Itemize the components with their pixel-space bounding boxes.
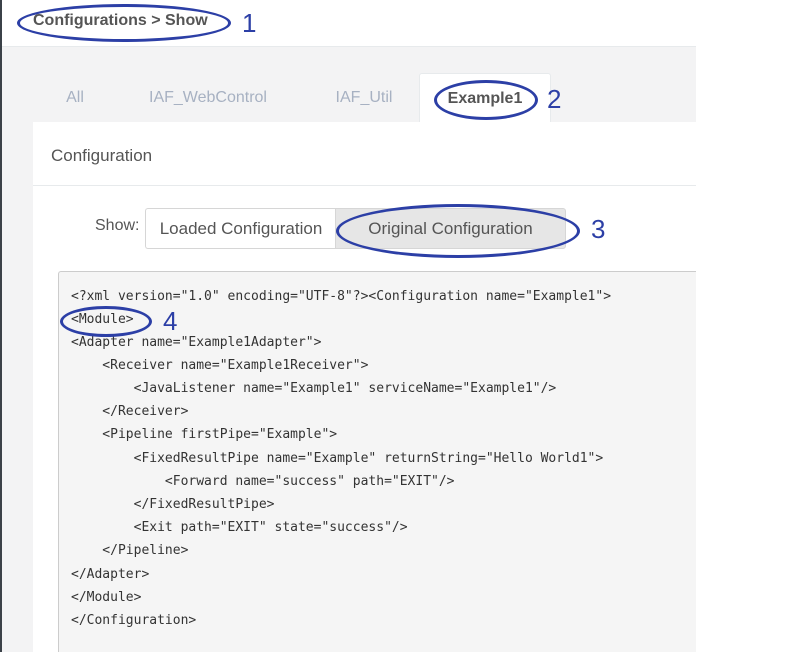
- tab-iaf-webcontrol[interactable]: IAF_WebControl: [134, 73, 282, 123]
- tab-all[interactable]: All: [34, 73, 116, 123]
- panel-title: Configuration: [33, 122, 696, 186]
- configuration-tabs: All IAF_WebControl IAF_Util Example1: [34, 73, 696, 124]
- code-line: </Receiver>: [71, 404, 189, 419]
- original-configuration-button[interactable]: Original Configuration: [335, 208, 566, 249]
- code-line: <Receiver name="Example1Receiver">: [71, 358, 369, 373]
- code-line: <FixedResultPipe name="Example" returnSt…: [71, 451, 604, 466]
- code-line: </Module>: [71, 590, 142, 605]
- loaded-configuration-button[interactable]: Loaded Configuration: [145, 208, 336, 249]
- show-label: Show:: [95, 217, 140, 234]
- configuration-panel: Configuration Show: Loaded Configuration…: [33, 122, 696, 652]
- code-line: <?xml version="1.0" encoding="UTF-8"?><C…: [71, 289, 612, 304]
- page-header: Configurations > Show: [2, 0, 696, 47]
- code-line: <Pipeline firstPipe="Example">: [71, 427, 338, 442]
- code-line: <Adapter name="Example1Adapter">: [71, 335, 322, 350]
- configuration-code-block: <?xml version="1.0" encoding="UTF-8"?><C…: [58, 271, 696, 652]
- tab-iaf-util[interactable]: IAF_Util: [314, 73, 414, 123]
- code-line: </Adapter>: [71, 567, 150, 582]
- breadcrumb[interactable]: Configurations > Show: [33, 12, 208, 30]
- code-line: </FixedResultPipe>: [71, 497, 275, 512]
- code-line: <Module>: [71, 312, 134, 327]
- code-line: <JavaListener name="Example1" serviceNam…: [71, 381, 557, 396]
- tab-example1[interactable]: Example1: [419, 73, 551, 124]
- code-line: <Forward name="success" path="EXIT"/>: [71, 474, 455, 489]
- annotation-number-4: 4: [163, 306, 178, 336]
- code-line: <Exit path="EXIT" state="success"/>: [71, 520, 408, 535]
- annotation-number-2: 2: [547, 84, 562, 114]
- code-line: </Configuration>: [71, 613, 197, 628]
- annotation-number-1: 1: [242, 8, 257, 38]
- annotation-number-3: 3: [591, 214, 606, 244]
- code-line: </Pipeline>: [71, 543, 189, 558]
